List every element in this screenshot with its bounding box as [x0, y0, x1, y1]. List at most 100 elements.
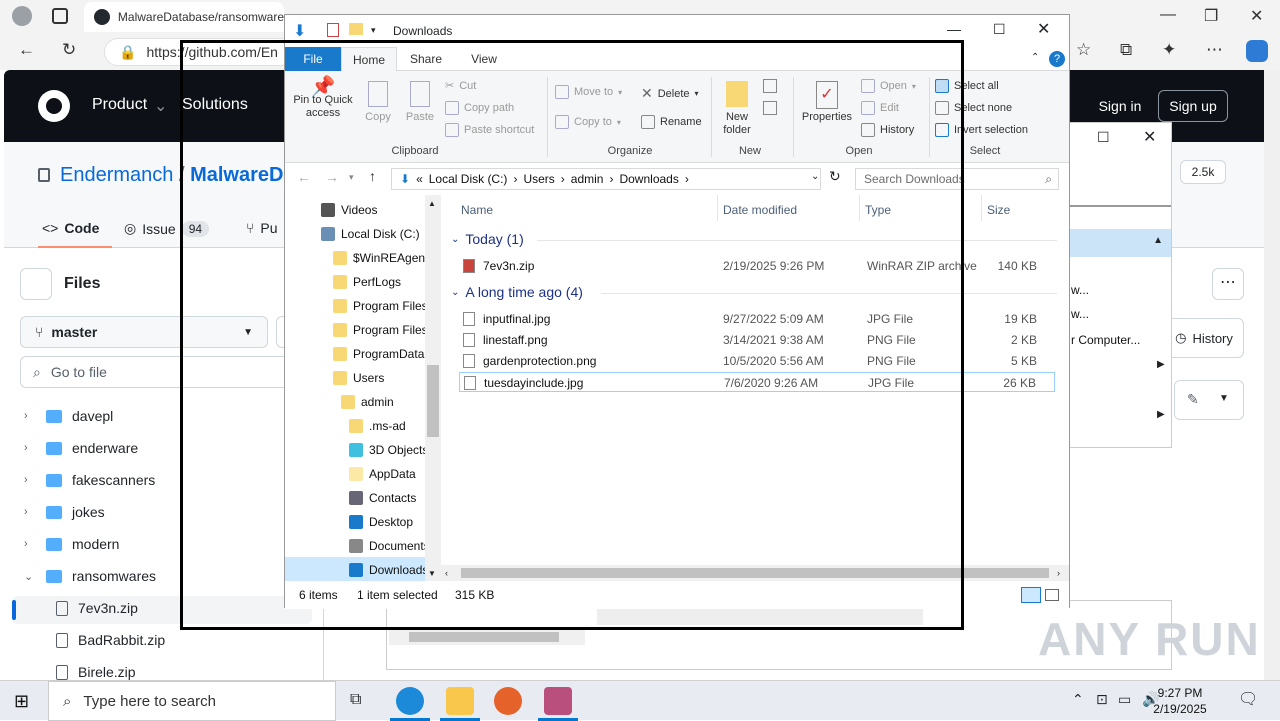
paste-shortcut-button[interactable]: Paste shortcut [445, 123, 534, 137]
copy-button[interactable]: Copy [361, 81, 395, 124]
taskbar-search-input[interactable]: ⌕ Type here to search [48, 681, 336, 721]
repo-name-link[interactable]: MalwareDa [190, 164, 295, 186]
star-count[interactable]: 2.5k [1180, 160, 1226, 184]
repo-owner-link[interactable]: Endermanch [60, 164, 173, 186]
firefox-icon[interactable] [494, 687, 522, 715]
help-icon[interactable]: ? [1049, 51, 1065, 67]
nav-item[interactable]: Contacts [349, 487, 416, 509]
file-row[interactable]: gardenprotection.png 10/5/2020 5:56 AM PNG… [459, 351, 1055, 371]
select-all-button[interactable]: Select all [935, 79, 999, 93]
tab-view[interactable]: View [459, 47, 509, 71]
tree-item-enderware[interactable]: › enderware [24, 436, 138, 460]
cut-button[interactable]: ✂ Cut [445, 79, 476, 93]
nav-item[interactable]: Program Files [333, 319, 428, 341]
invert-selection-button[interactable]: Invert selection [935, 123, 1028, 137]
scroll-left-icon[interactable]: ‹ [445, 568, 448, 578]
copilot-icon[interactable] [1246, 40, 1268, 62]
tree-item-davepl[interactable]: › davepl [24, 404, 113, 428]
horizontal-scrollbar[interactable] [389, 629, 585, 645]
close-icon[interactable]: ✕ [1143, 127, 1156, 147]
back-icon[interactable]: ← [297, 169, 311, 185]
tab-issues[interactable]: ◎ Issue 94 [124, 220, 210, 237]
history-button[interactable]: ◷ History [1164, 318, 1244, 358]
qat-dropdown-icon[interactable]: ▾ [371, 25, 376, 36]
nav-item[interactable]: Desktop [349, 511, 413, 533]
profile-avatar[interactable] [12, 6, 32, 26]
details-view-icon[interactable] [1021, 587, 1041, 603]
nav-scroll-thumb[interactable] [427, 365, 439, 437]
group-header-old[interactable]: ⌄ A long time ago (4) [451, 284, 583, 300]
tree-item-badrabbit-zip[interactable]: BadRabbit.zip [56, 628, 165, 652]
windows-start-icon[interactable]: ⊞ [14, 691, 29, 712]
edit-button[interactable]: Edit [861, 101, 899, 115]
notifications-icon[interactable]: 🗨 [1238, 689, 1258, 709]
properties-button[interactable]: ✓ Properties [799, 81, 855, 124]
maximize-icon[interactable]: ☐ [1097, 129, 1110, 146]
search-downloads-input[interactable]: Search Downloads ⌕ [855, 168, 1059, 190]
nav-item[interactable]: Downloads [349, 559, 428, 581]
scroll-up-icon[interactable]: ▲ [428, 199, 436, 208]
nav-item[interactable]: ProgramData [333, 343, 424, 365]
nav-item[interactable]: Users [333, 367, 384, 389]
file-row[interactable]: inputfinal.jpg 9/27/2022 5:09 AM JPG File 1… [459, 309, 1055, 329]
branch-select[interactable]: ⑂ master ▼ [20, 316, 268, 348]
scroll-down-icon[interactable]: ▼ [428, 569, 436, 578]
back-icon[interactable]: ← [18, 40, 35, 60]
new-folder-quick-icon[interactable] [349, 23, 363, 35]
collapse-arrow-icon[interactable]: ▲ [1153, 235, 1163, 246]
column-type[interactable]: Type [865, 203, 891, 217]
tree-item-jokes[interactable]: › jokes [24, 500, 105, 524]
file-row[interactable]: 7ev3n.zip 2/19/2025 9:26 PM WinRAR ZIP arc… [459, 256, 1055, 276]
refresh-icon[interactable]: ↻ [829, 168, 841, 185]
recent-locations-icon[interactable]: ▾ [349, 172, 354, 183]
move-to-button[interactable]: Move to ▾ [555, 85, 622, 99]
nav-item[interactable]: admin [341, 391, 394, 413]
column-name[interactable]: Name [461, 203, 493, 217]
minimize-icon[interactable]: — [1160, 6, 1176, 24]
nav-item[interactable]: Documents [349, 535, 430, 557]
network-icon[interactable]: ⊡ [1096, 691, 1108, 708]
close-icon[interactable]: ✕ [1037, 19, 1050, 39]
collapse-ribbon-icon[interactable]: ⌃ [1031, 52, 1039, 63]
extensions-icon[interactable]: ✦ [1162, 40, 1176, 60]
new-item-icon[interactable] [763, 79, 777, 93]
nav-item[interactable]: Videos [321, 199, 377, 221]
scroll-right-icon[interactable]: › [1057, 568, 1060, 578]
nav-item[interactable]: PerfLogs [333, 271, 401, 293]
delete-button[interactable]: ✕ Delete ▾ [641, 85, 699, 102]
github-logo-icon[interactable] [38, 90, 70, 122]
nav-item[interactable]: Program Files [333, 295, 428, 317]
tree-item-ransomwares[interactable]: ⌄ ransomwares [24, 564, 156, 588]
bg-row[interactable]: w... [1071, 283, 1089, 297]
bg-row[interactable]: w... [1071, 307, 1089, 321]
column-size[interactable]: Size [987, 203, 1010, 217]
collections-icon[interactable]: ⧉ [1120, 40, 1132, 60]
restore-icon[interactable]: ❐ [1204, 6, 1218, 26]
tab-home[interactable]: Home [341, 47, 397, 72]
forward-icon[interactable]: → [325, 169, 339, 185]
paste-button[interactable]: Paste [403, 81, 437, 124]
open-button[interactable]: Open ▾ [861, 79, 916, 93]
collapse-files-button[interactable] [20, 268, 52, 300]
sign-up-button[interactable]: Sign up [1158, 90, 1228, 122]
up-icon[interactable]: ↑ [369, 168, 376, 184]
column-date-modified[interactable]: Date modified [723, 203, 797, 217]
breadcrumb-item[interactable]: Users [523, 172, 554, 186]
nav-item[interactable]: .ms-ad [349, 415, 406, 437]
group-header-today[interactable]: ⌄ Today (1) [451, 231, 524, 247]
sign-in-button[interactable]: Sign in [1092, 90, 1148, 122]
more-options-button[interactable]: ⋯ [1212, 268, 1244, 300]
tab-pulls[interactable]: ⑂ Pu [246, 220, 278, 236]
nav-solutions[interactable]: Solutions [182, 96, 248, 114]
copy-path-button[interactable]: Copy path [445, 101, 514, 115]
nav-item[interactable]: AppData [349, 463, 416, 485]
dropdown-arrow-icon[interactable]: ▼ [1219, 393, 1229, 404]
breadcrumb[interactable]: ⬇ « Local Disk (C:) › Users › admin › Downl… [391, 168, 821, 190]
more-menu-icon[interactable]: ⋯ [1206, 40, 1223, 60]
breadcrumb-item[interactable]: Downloads [619, 172, 678, 186]
go-to-file-input[interactable]: ⌕ Go to file [20, 356, 320, 388]
pin-quick-access-button[interactable]: 📌 Pin to Quick access [291, 77, 355, 120]
favorite-icon[interactable]: ☆ [1076, 40, 1091, 60]
close-icon[interactable]: ✕ [1250, 6, 1263, 26]
expand-arrow-icon[interactable]: ▶ [1157, 359, 1165, 370]
